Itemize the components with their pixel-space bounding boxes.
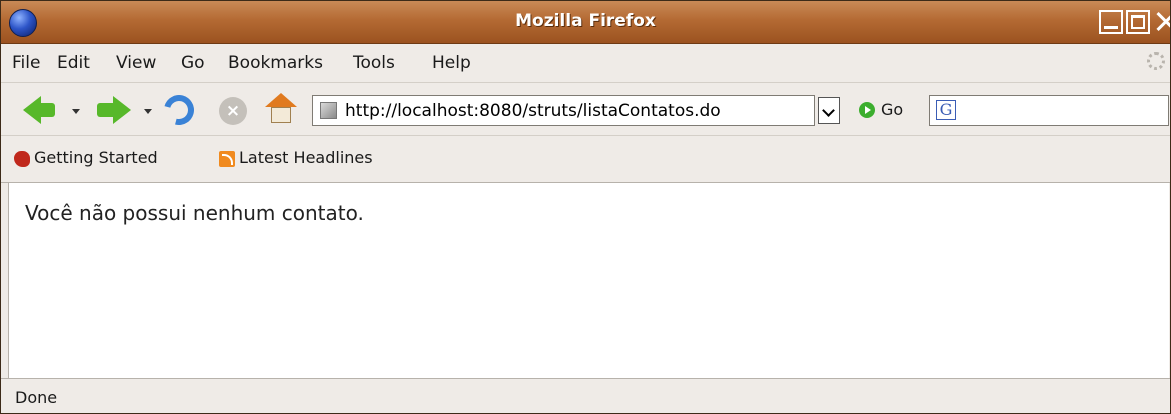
menu-tools[interactable]: Tools	[353, 53, 395, 73]
search-input[interactable]: G	[929, 95, 1169, 126]
rss-icon[interactable]	[219, 151, 235, 167]
home-icon[interactable]	[265, 93, 297, 125]
close-button[interactable]	[1153, 10, 1170, 34]
url-text[interactable]: http://localhost:8080/struts/listaContat…	[345, 101, 721, 121]
browser-window: Mozilla Firefox File Edit View Go Bookma…	[0, 0, 1171, 414]
menu-bar: File Edit View Go Bookmarks Tools Help	[1, 44, 1170, 83]
forward-button[interactable]	[97, 103, 113, 117]
go-button-label[interactable]: Go	[881, 100, 903, 119]
google-icon[interactable]: G	[936, 100, 956, 120]
menu-file[interactable]: File	[12, 53, 40, 73]
bookmark-latest-headlines[interactable]: Latest Headlines	[239, 148, 373, 167]
menu-help[interactable]: Help	[432, 53, 471, 73]
menu-view[interactable]: View	[116, 53, 156, 73]
status-text: Done	[15, 388, 58, 407]
minimize-button[interactable]	[1099, 10, 1123, 34]
content-left-edge	[1, 183, 9, 378]
url-bar[interactable]: http://localhost:8080/struts/listaContat…	[312, 95, 815, 126]
url-history-dropdown[interactable]	[818, 97, 840, 124]
title-bar[interactable]: Mozilla Firefox	[1, 1, 1170, 44]
empty-contacts-message: Você não possui nenhum contato.	[25, 201, 364, 225]
forward-arrow-icon[interactable]	[113, 96, 131, 124]
getting-started-icon[interactable]	[14, 151, 30, 167]
throbber-icon	[1147, 52, 1165, 70]
menu-go[interactable]: Go	[181, 53, 205, 73]
status-bar: Done	[1, 378, 1170, 413]
forward-history-dropdown-icon[interactable]	[144, 109, 152, 114]
page-favicon-icon	[320, 102, 337, 119]
window-title: Mozilla Firefox	[515, 11, 656, 31]
bookmark-getting-started[interactable]: Getting Started	[34, 148, 158, 167]
go-icon[interactable]	[859, 102, 875, 118]
back-history-dropdown-icon[interactable]	[72, 109, 80, 114]
menu-edit[interactable]: Edit	[57, 53, 90, 73]
page-content: Você não possui nenhum contato.	[9, 183, 1169, 378]
back-button[interactable]	[39, 103, 55, 117]
home-roof	[265, 93, 297, 107]
maximize-button[interactable]	[1126, 10, 1150, 34]
stop-icon[interactable]: ×	[219, 97, 247, 125]
menu-bookmarks[interactable]: Bookmarks	[228, 53, 323, 73]
bookmarks-toolbar: Getting Started Latest Headlines	[1, 136, 1170, 183]
home-body	[271, 107, 291, 123]
